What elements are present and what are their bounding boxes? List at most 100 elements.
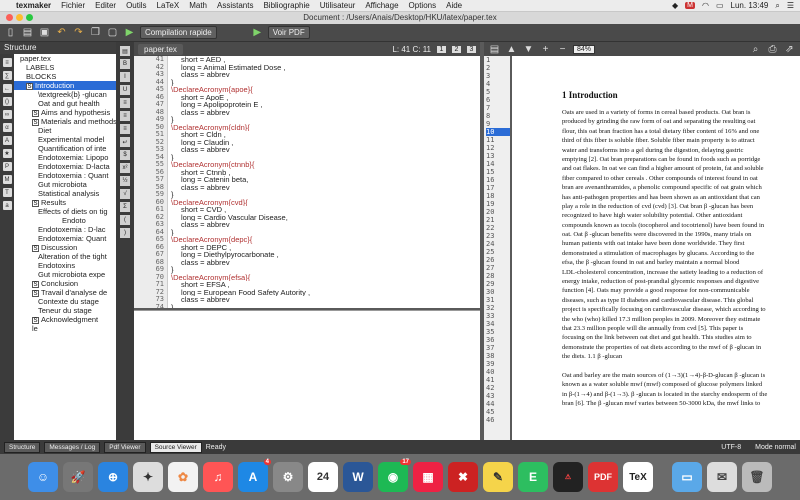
pdf-gutter-line[interactable]: 34 — [486, 320, 510, 328]
folder-icon[interactable]: ▭ — [672, 462, 702, 492]
pdf-gutter-line[interactable]: 7 — [486, 104, 510, 112]
code-line[interactable]: short = ApoE , — [171, 94, 480, 102]
minimize-icon[interactable] — [16, 14, 23, 21]
pdf-down-icon[interactable]: ▼ — [522, 43, 535, 56]
code-editor[interactable]: 41 42 43 44 45 46 47 48 49 50 51 52 53 54 55 56 57 58 59 60… — [134, 56, 480, 308]
launchpad-icon[interactable]: 🚀 — [63, 462, 93, 492]
structure-item[interactable]: S Aims and hypothesis — [14, 108, 116, 117]
structure-item[interactable]: S Conclusion — [14, 279, 116, 288]
dollar-icon[interactable]: $ — [120, 150, 130, 160]
pdf-gutter-line[interactable]: 31 — [486, 296, 510, 304]
menu-options[interactable]: Options — [409, 1, 437, 10]
code-line[interactable]: \DeclareAcronym{apoe}{ — [171, 86, 480, 94]
structure-item[interactable]: Quantification of inte — [14, 144, 116, 153]
pdf-gutter-line[interactable]: 9 — [486, 120, 510, 128]
pdf-gutter-line[interactable]: 27 — [486, 264, 510, 272]
pdf-gutter-line[interactable]: 10 — [486, 128, 510, 136]
mail-icon[interactable]: ✉ — [707, 462, 737, 492]
structure-item[interactable]: Endotoxemia: Lipopo — [14, 153, 116, 162]
run-icon[interactable]: ▶ — [123, 26, 136, 39]
pdf-page[interactable]: 1 Introduction Oats are used in a variet… — [512, 56, 800, 440]
pdf-gutter-line[interactable]: 36 — [486, 336, 510, 344]
structure-view-icon[interactable]: ≡ — [2, 58, 12, 67]
code-line[interactable]: short = AED , — [171, 56, 480, 64]
sum-icon[interactable]: Σ — [120, 202, 130, 212]
search-icon[interactable]: ⌕ — [775, 1, 779, 11]
underline-icon[interactable]: U — [120, 85, 130, 95]
menu-app[interactable]: texmaker — [16, 1, 51, 10]
relation-icon[interactable]: ∑ — [2, 71, 12, 80]
structure-item[interactable]: Effects of diets on tig — [14, 207, 116, 216]
menu-bibliographie[interactable]: Bibliographie — [263, 1, 309, 10]
editor-tab-file[interactable]: paper.tex — [138, 43, 183, 55]
italic-icon[interactable]: I — [120, 72, 130, 82]
structure-item[interactable]: Endotoxemia: D-lacta — [14, 162, 116, 171]
dropbox-icon[interactable]: ◆ — [672, 1, 678, 10]
pdf-gutter-line[interactable]: 11 — [486, 136, 510, 144]
pdf-gutter-line[interactable]: 1 — [486, 56, 510, 64]
x-icon[interactable]: ✖ — [448, 462, 478, 492]
code-line[interactable]: short = Cldn , — [171, 131, 480, 139]
structure-item[interactable]: S Introduction — [14, 81, 116, 90]
greek-icon[interactable]: α — [2, 123, 12, 132]
structure-item[interactable]: Alteration of the tight — [14, 252, 116, 261]
pdf-gutter-line[interactable]: 37 — [486, 344, 510, 352]
pdf-gutter-line[interactable]: 30 — [486, 288, 510, 296]
new-file-icon[interactable]: ▯ — [4, 26, 17, 39]
pdf-icon[interactable]: PDF — [588, 462, 618, 492]
spotify-icon[interactable]: ◉ 17 — [378, 459, 411, 492]
pdf-gutter-line[interactable]: 5 — [486, 88, 510, 96]
code-line[interactable]: long = Catenin beta, — [171, 176, 480, 184]
structure-item[interactable]: S Results — [14, 198, 116, 207]
code-line[interactable]: long = Cardio Vascular Disease, — [171, 214, 480, 222]
compile-select[interactable]: Compilation rapide — [140, 26, 217, 39]
asymptote-icon[interactable]: a — [2, 201, 12, 210]
align-center-icon[interactable]: ≡ — [120, 111, 130, 121]
pdf-gutter-line[interactable]: 18 — [486, 192, 510, 200]
menu-utilisateur[interactable]: Utilisateur — [320, 1, 356, 10]
pdf-page-gutter[interactable]: 1 2 3 4 5 6 7 8 9 10 11 12 13 14 15 16 17 18 19 20 21 22 23 24 2… — [484, 56, 510, 440]
compass-icon[interactable]: ✦ — [133, 462, 163, 492]
structure-item[interactable]: Oat and gut health — [14, 99, 116, 108]
align-left-icon[interactable]: ≡ — [120, 98, 130, 108]
structure-item[interactable]: le — [14, 324, 116, 333]
encoding[interactable]: UTF-8 — [721, 444, 741, 451]
metapost-icon[interactable]: M — [2, 175, 12, 184]
code-line[interactable]: class = abbrev — [171, 221, 480, 229]
pstricks-icon[interactable]: P — [2, 162, 12, 171]
pdf-nav-icon[interactable]: ▤ — [488, 43, 501, 56]
pdf-gutter-line[interactable]: 26 — [486, 256, 510, 264]
pdf-gutter-line[interactable]: 40 — [486, 368, 510, 376]
notification-icon[interactable]: ☰ — [787, 1, 794, 10]
code-line[interactable]: long = Apolipoprotein E , — [171, 101, 480, 109]
evernote-icon[interactable]: E — [518, 462, 548, 492]
menu-aide[interactable]: Aide — [446, 1, 462, 10]
structure-item[interactable]: Endoto — [14, 216, 116, 225]
code-text[interactable]: short = AED , long = Animal Estimated Dos… — [168, 56, 480, 308]
safari-icon[interactable]: ⊕ — [98, 462, 128, 492]
delimiter-icon[interactable]: () — [2, 97, 12, 106]
view-tab-3[interactable]: 3 — [467, 45, 476, 53]
code-line[interactable]: long = Diethylpyrocarbonate , — [171, 251, 480, 259]
pdf-gutter-line[interactable]: 41 — [486, 376, 510, 384]
code-line[interactable]: long = Claudin , — [171, 139, 480, 147]
structure-tree[interactable]: paper.tex LABELS BLOCKS S Introduction \textg… — [14, 54, 116, 440]
code-line[interactable]: long = Animal Estimated Dose , — [171, 64, 480, 72]
view-tab-1[interactable]: 1 — [437, 45, 446, 53]
print-icon[interactable]: ⎙ — [766, 43, 779, 56]
external-icon[interactable]: ⇗ — [783, 43, 796, 56]
misc-icon[interactable]: ∞ — [2, 110, 12, 119]
menu-editer[interactable]: Editer — [95, 1, 116, 10]
menu-outils[interactable]: Outils — [126, 1, 146, 10]
code-line[interactable]: \DeclareAcronym{cvd}{ — [171, 199, 480, 207]
photos-icon[interactable]: ✿ — [168, 462, 198, 492]
structure-item[interactable]: Gut microbiota — [14, 180, 116, 189]
pdf-gutter-line[interactable]: 32 — [486, 304, 510, 312]
tab-messages[interactable]: Messages / Log — [44, 441, 101, 453]
code-line[interactable]: } — [171, 266, 480, 274]
code-line[interactable]: } — [171, 191, 480, 199]
structure-item[interactable]: paper.tex — [14, 54, 116, 63]
view-run-icon[interactable]: ▶ — [251, 26, 264, 39]
frac-icon[interactable]: ½ — [120, 176, 130, 186]
code-line[interactable]: long = European Food Safety Autority , — [171, 289, 480, 297]
